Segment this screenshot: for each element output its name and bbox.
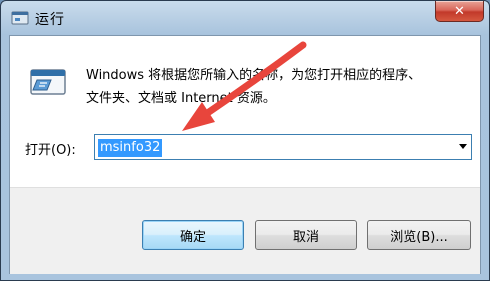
open-label: 打开(O): (25, 143, 76, 158)
button-bar: 确定 取消 浏览(B)... (10, 187, 480, 274)
run-program-icon (28, 66, 68, 98)
title-bar[interactable]: 运行 ✕ (1, 1, 489, 35)
close-button[interactable]: ✕ (435, 1, 484, 22)
open-combobox[interactable]: msinfo32 (94, 134, 472, 160)
instruction-line-1: Windows 将根据您所输入的名称，为您打开相应的程序、 (86, 68, 422, 83)
ok-button[interactable]: 确定 (142, 220, 244, 250)
open-input-value[interactable]: msinfo32 (98, 139, 163, 157)
browse-button[interactable]: 浏览(B)... (367, 220, 471, 250)
run-dialog-window: 运行 ✕ Windows 将根据您所输入的名称，为您打开相应的程序、 文件夹、文… (0, 0, 490, 281)
cancel-button[interactable]: 取消 (255, 220, 357, 250)
dropdown-arrow-icon[interactable] (459, 144, 467, 149)
close-icon: ✕ (454, 3, 465, 19)
window-title: 运行 (35, 12, 65, 28)
instruction-text: Windows 将根据您所输入的名称，为您打开相应的程序、 文件夹、文档或 In… (86, 64, 471, 110)
instruction-line-2: 文件夹、文档或 Internet 资源。 (86, 91, 276, 106)
dialog-body: Windows 将根据您所输入的名称，为您打开相应的程序、 文件夹、文档或 In… (9, 35, 481, 274)
run-program-icon (11, 10, 29, 26)
